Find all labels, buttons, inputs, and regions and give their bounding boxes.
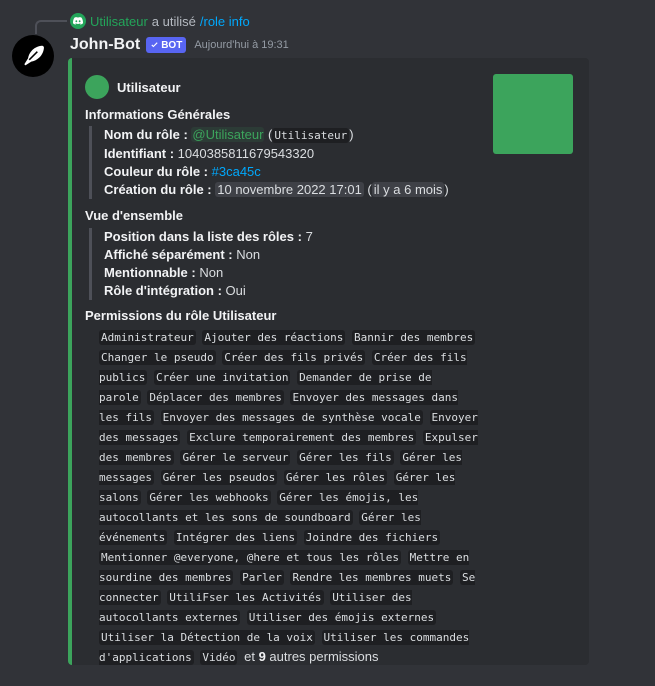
position-label: Position dans la liste des rôles :: [104, 229, 302, 244]
permission-chip: Gérer les rôles: [283, 470, 388, 485]
command-user[interactable]: Utilisateur: [90, 14, 148, 29]
permission-chip: Gérer les webhooks: [147, 490, 271, 505]
permission-chip: Exclure temporairement des membres: [187, 430, 417, 445]
permission-chip: Ajouter des réactions: [202, 330, 346, 345]
permission-chip: Joindre des fichiers: [303, 530, 441, 545]
role-id-value: 1040385811679543320: [177, 146, 315, 161]
permission-chip: Parler: [240, 570, 284, 585]
permission-chip: Créer des fils privés: [222, 350, 366, 365]
command-name[interactable]: /role info: [200, 14, 250, 29]
permission-chip: Créer une invitation: [153, 370, 291, 385]
embed-author: Utilisateur: [85, 75, 181, 99]
author-icon: [85, 75, 109, 99]
role-color-line: Couleur du rôle : #3ca45c: [104, 163, 449, 181]
verified-check-icon: [151, 41, 158, 47]
hoist-line: Affiché séparément : Non: [104, 246, 313, 264]
general-info-block: Nom du rôle : @Utilisateur (Utilisateur)…: [89, 126, 449, 199]
role-color-value[interactable]: #3ca45c: [212, 164, 261, 179]
hoist-label: Affiché séparément :: [104, 247, 233, 262]
role-mention[interactable]: @Utilisateur: [191, 127, 265, 142]
permission-chip: Changer le pseudo: [99, 350, 216, 365]
mentionable-line: Mentionnable : Non: [104, 264, 313, 282]
permission-chip: Utiliser des émojis externes: [246, 610, 437, 625]
reply-connector: [35, 20, 67, 34]
permission-chip: Administrateur: [99, 330, 196, 345]
role-name-line: Nom du rôle : @Utilisateur (Utilisateur): [104, 127, 354, 143]
role-created-date[interactable]: 10 novembre 2022 17:01: [215, 182, 364, 197]
permission-chip: Envoyer des messages de synthèse vocale: [160, 410, 423, 425]
position-line: Position dans la liste des rôles : 7: [104, 228, 313, 246]
permission-chip: Gérer les fils: [297, 450, 394, 465]
permission-chip: Intégrer des liens: [173, 530, 298, 545]
role-id-label: Identifiant :: [104, 146, 175, 161]
integration-line: Rôle d'intégration : Oui: [104, 282, 313, 300]
role-created-relative[interactable]: il y a 6 mois: [371, 182, 445, 197]
role-color-label: Couleur du rôle :: [104, 164, 208, 179]
feather-icon: [24, 45, 44, 66]
general-info-title: Informations Générales: [85, 107, 231, 122]
mentionable-value: Non: [199, 265, 224, 280]
permissions-more-count: 9: [258, 649, 266, 664]
permissions-title: Permissions du rôle Utilisateur: [85, 308, 277, 323]
integration-label: Rôle d'intégration :: [104, 283, 222, 298]
permissions-list: Administrateur Ajouter des réactions Ban…: [99, 327, 479, 667]
command-used-text: a utilisé: [151, 13, 196, 29]
permission-chip: Bannir des membres: [352, 330, 476, 345]
permission-chip: Rendre les membres muets: [290, 570, 454, 585]
permission-chip: Gérer les pseudos: [160, 470, 278, 485]
command-invocation: Utilisateur a utilisé /role info: [70, 13, 250, 29]
overview-block: Position dans la liste des rôles : 7 Aff…: [89, 228, 313, 300]
permission-chip: Mentionner @everyone, @here et tous les …: [99, 550, 402, 565]
position-value: 7: [305, 229, 313, 244]
permissions-more-text: autres permissions: [269, 649, 379, 664]
role-name-label: Nom du rôle :: [104, 127, 188, 142]
role-id-line: Identifiant : 1040385811679543320: [104, 145, 449, 163]
permissions-and: et: [244, 649, 255, 664]
role-color-thumbnail[interactable]: [493, 74, 573, 154]
discord-icon: [70, 13, 86, 29]
hoist-value: Non: [236, 247, 261, 262]
permissions-more: 9 autres permissions: [259, 649, 379, 664]
bot-avatar[interactable]: [12, 35, 54, 77]
permission-chip: Utiliser la Détection de la voix: [99, 630, 315, 645]
mentionable-label: Mentionnable :: [104, 265, 196, 280]
embed-author-name: Utilisateur: [117, 79, 181, 95]
bot-badge-label: BOT: [161, 39, 183, 51]
overview-title: Vue d'ensemble: [85, 208, 183, 223]
bot-username[interactable]: John-Bot: [70, 36, 140, 54]
message-header: John-Bot BOT Aujourd'hui à 19:31: [70, 36, 289, 54]
integration-value: Oui: [225, 283, 246, 298]
permission-chip: Vidéo: [200, 650, 238, 665]
role-created-label: Création du rôle :: [104, 182, 212, 197]
permission-chip: UtiliFser les Activités: [167, 590, 324, 605]
role-info-embed: Utilisateur Informations Générales Nom d…: [68, 58, 589, 665]
role-created-line: Création du rôle : 10 novembre 2022 17:0…: [104, 182, 449, 197]
role-name-code: Utilisateur: [272, 128, 350, 143]
permission-chip: Gérer le serveur: [180, 450, 291, 465]
permission-chip: Déplacer des membres: [147, 390, 284, 405]
bot-badge: BOT: [146, 37, 187, 53]
message-timestamp[interactable]: Aujourd'hui à 19:31: [194, 39, 288, 51]
